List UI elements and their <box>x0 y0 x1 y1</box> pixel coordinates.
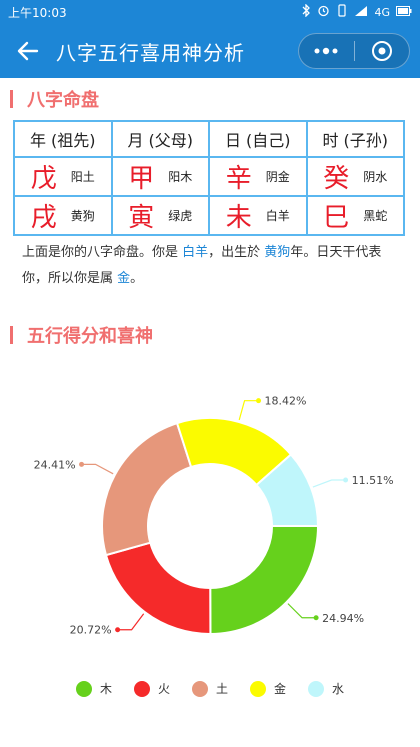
section-title-text: 五行得分和喜神 <box>27 326 153 347</box>
legend-swatch <box>191 680 208 697</box>
legend-item[interactable]: 土 <box>191 680 228 697</box>
section-title-text: 八字命盘 <box>27 90 99 111</box>
chart-legend: 木火土金水 <box>0 680 420 697</box>
stem-char: 辛 <box>225 164 252 194</box>
desc-text: ，出生於 <box>208 245 265 260</box>
legend-label: 木 <box>99 682 112 696</box>
desc-highlight-year: 黄狗 <box>264 245 291 260</box>
close-mini-program-button[interactable] <box>355 34 410 68</box>
section-marker <box>10 90 13 108</box>
slice-percent-label: 24.94% <box>322 612 364 625</box>
table-cell: 巳黑蛇 <box>305 195 405 236</box>
header-hour: 时 (子孙) <box>305 120 405 158</box>
stem-char: 戊 <box>30 164 57 194</box>
branch-char: 寅 <box>128 203 155 233</box>
branch-animal: 绿虎 <box>168 209 193 223</box>
section-marker <box>10 326 13 344</box>
table-cell: 戌黄狗 <box>13 195 113 236</box>
stem-char: 癸 <box>323 164 350 194</box>
network-type: 4G <box>374 5 390 19</box>
branch-animal: 黄狗 <box>70 209 95 223</box>
legend-label: 水 <box>332 682 345 696</box>
label-dot <box>313 615 319 621</box>
desc-text: 上面是你的八字命盘。你是 <box>22 245 183 260</box>
stem-element: 阳土 <box>70 170 95 184</box>
desc-text: 。 <box>130 271 144 286</box>
section-title-bazi: 八字命盘 <box>10 86 99 112</box>
more-button[interactable] <box>299 34 354 68</box>
pie-slice-土 <box>101 421 193 557</box>
table-row: 戌黄狗 寅绿虎 未白羊 巳黑蛇 <box>13 195 405 236</box>
legend-item[interactable]: 金 <box>250 680 286 697</box>
stem-element: 阴水 <box>363 170 388 184</box>
wuxing-donut-chart: 24.94% 20.72% 24.41% 18.42% 11.51% <box>34 395 394 637</box>
branch-char: 戌 <box>30 203 57 233</box>
status-time: 上午10:03 <box>8 5 67 20</box>
header-year: 年 (祖先) <box>13 120 113 158</box>
table-cell: 未白羊 <box>208 195 308 236</box>
branch-char: 巳 <box>323 203 350 233</box>
mini-program-capsule <box>298 33 410 69</box>
target-icon <box>371 41 392 61</box>
table-cell: 戊阳土 <box>13 156 113 197</box>
slice-percent-label: 24.41% <box>34 458 76 471</box>
signal-icon <box>354 5 368 20</box>
page-title: 八字五行喜用神分析 <box>56 40 245 65</box>
legend-swatch <box>75 680 92 697</box>
table-cell: 甲阳木 <box>110 156 210 197</box>
branch-animal: 黑蛇 <box>363 209 388 223</box>
arrow-left-icon <box>17 41 39 61</box>
table-row: 戊阳土 甲阳木 辛阴金 癸阴水 <box>13 156 405 197</box>
legend-label: 火 <box>157 682 170 696</box>
more-icon <box>314 47 338 55</box>
legend-swatch <box>308 680 325 697</box>
back-button[interactable] <box>0 24 56 78</box>
legend-swatch <box>250 680 266 697</box>
branch-char: 未 <box>225 203 252 233</box>
label-leader-line <box>238 400 259 421</box>
stem-element: 阴金 <box>265 170 290 184</box>
label-dot <box>256 398 262 404</box>
nav-bar: 八字五行喜用神分析 <box>0 24 420 78</box>
label-leader-line <box>287 603 317 619</box>
status-bar: 上午10:03 4G <box>0 0 420 24</box>
slice-percent-label: 18.42% <box>265 395 307 408</box>
label-leader-line <box>81 463 114 475</box>
table-cell: 寅绿虎 <box>110 195 210 236</box>
table-cell: 癸阴水 <box>305 156 405 197</box>
pie-slice-火 <box>104 541 212 635</box>
stem-char: 甲 <box>128 164 155 194</box>
branch-animal: 白羊 <box>265 209 290 223</box>
legend-label: 土 <box>215 682 228 696</box>
label-leader-line <box>117 613 145 631</box>
legend-swatch <box>133 680 150 697</box>
vibrate-icon <box>336 4 348 20</box>
table-header-row: 年 (祖先) 月 (父母) 日 (自己) 时 (子孙) <box>13 120 405 158</box>
legend-label: 金 <box>274 682 287 696</box>
desc-highlight-animal: 白羊 <box>182 245 209 260</box>
section-title-wuxing: 五行得分和喜神 <box>10 322 153 348</box>
slice-percent-label: 20.72% <box>70 624 112 637</box>
label-dot <box>343 477 349 483</box>
alarm-icon <box>317 4 330 20</box>
header-day: 日 (自己) <box>208 120 308 158</box>
desc-highlight-element: 金 <box>117 271 131 286</box>
stem-element: 阳木 <box>168 170 193 184</box>
label-dot <box>79 461 85 467</box>
legend-item[interactable]: 火 <box>133 680 170 697</box>
battery-icon <box>396 5 412 19</box>
bazi-description: 上面是你的八字命盘。你是 白羊，出生於 黄狗年。日天干代表你，所以你是属 金。 <box>22 240 407 292</box>
label-leader-line <box>312 479 346 488</box>
table-cell: 辛阴金 <box>208 156 308 197</box>
label-dot <box>115 627 121 633</box>
slice-percent-label: 11.51% <box>352 474 394 487</box>
bluetooth-icon <box>301 3 311 20</box>
legend-item[interactable]: 木 <box>75 680 112 697</box>
bazi-table: 年 (祖先) 月 (父母) 日 (自己) 时 (子孙) 戊阳土 甲阳木 辛阴金 … <box>13 120 405 236</box>
header-month: 月 (父母) <box>110 120 210 158</box>
legend-item[interactable]: 水 <box>308 680 344 697</box>
